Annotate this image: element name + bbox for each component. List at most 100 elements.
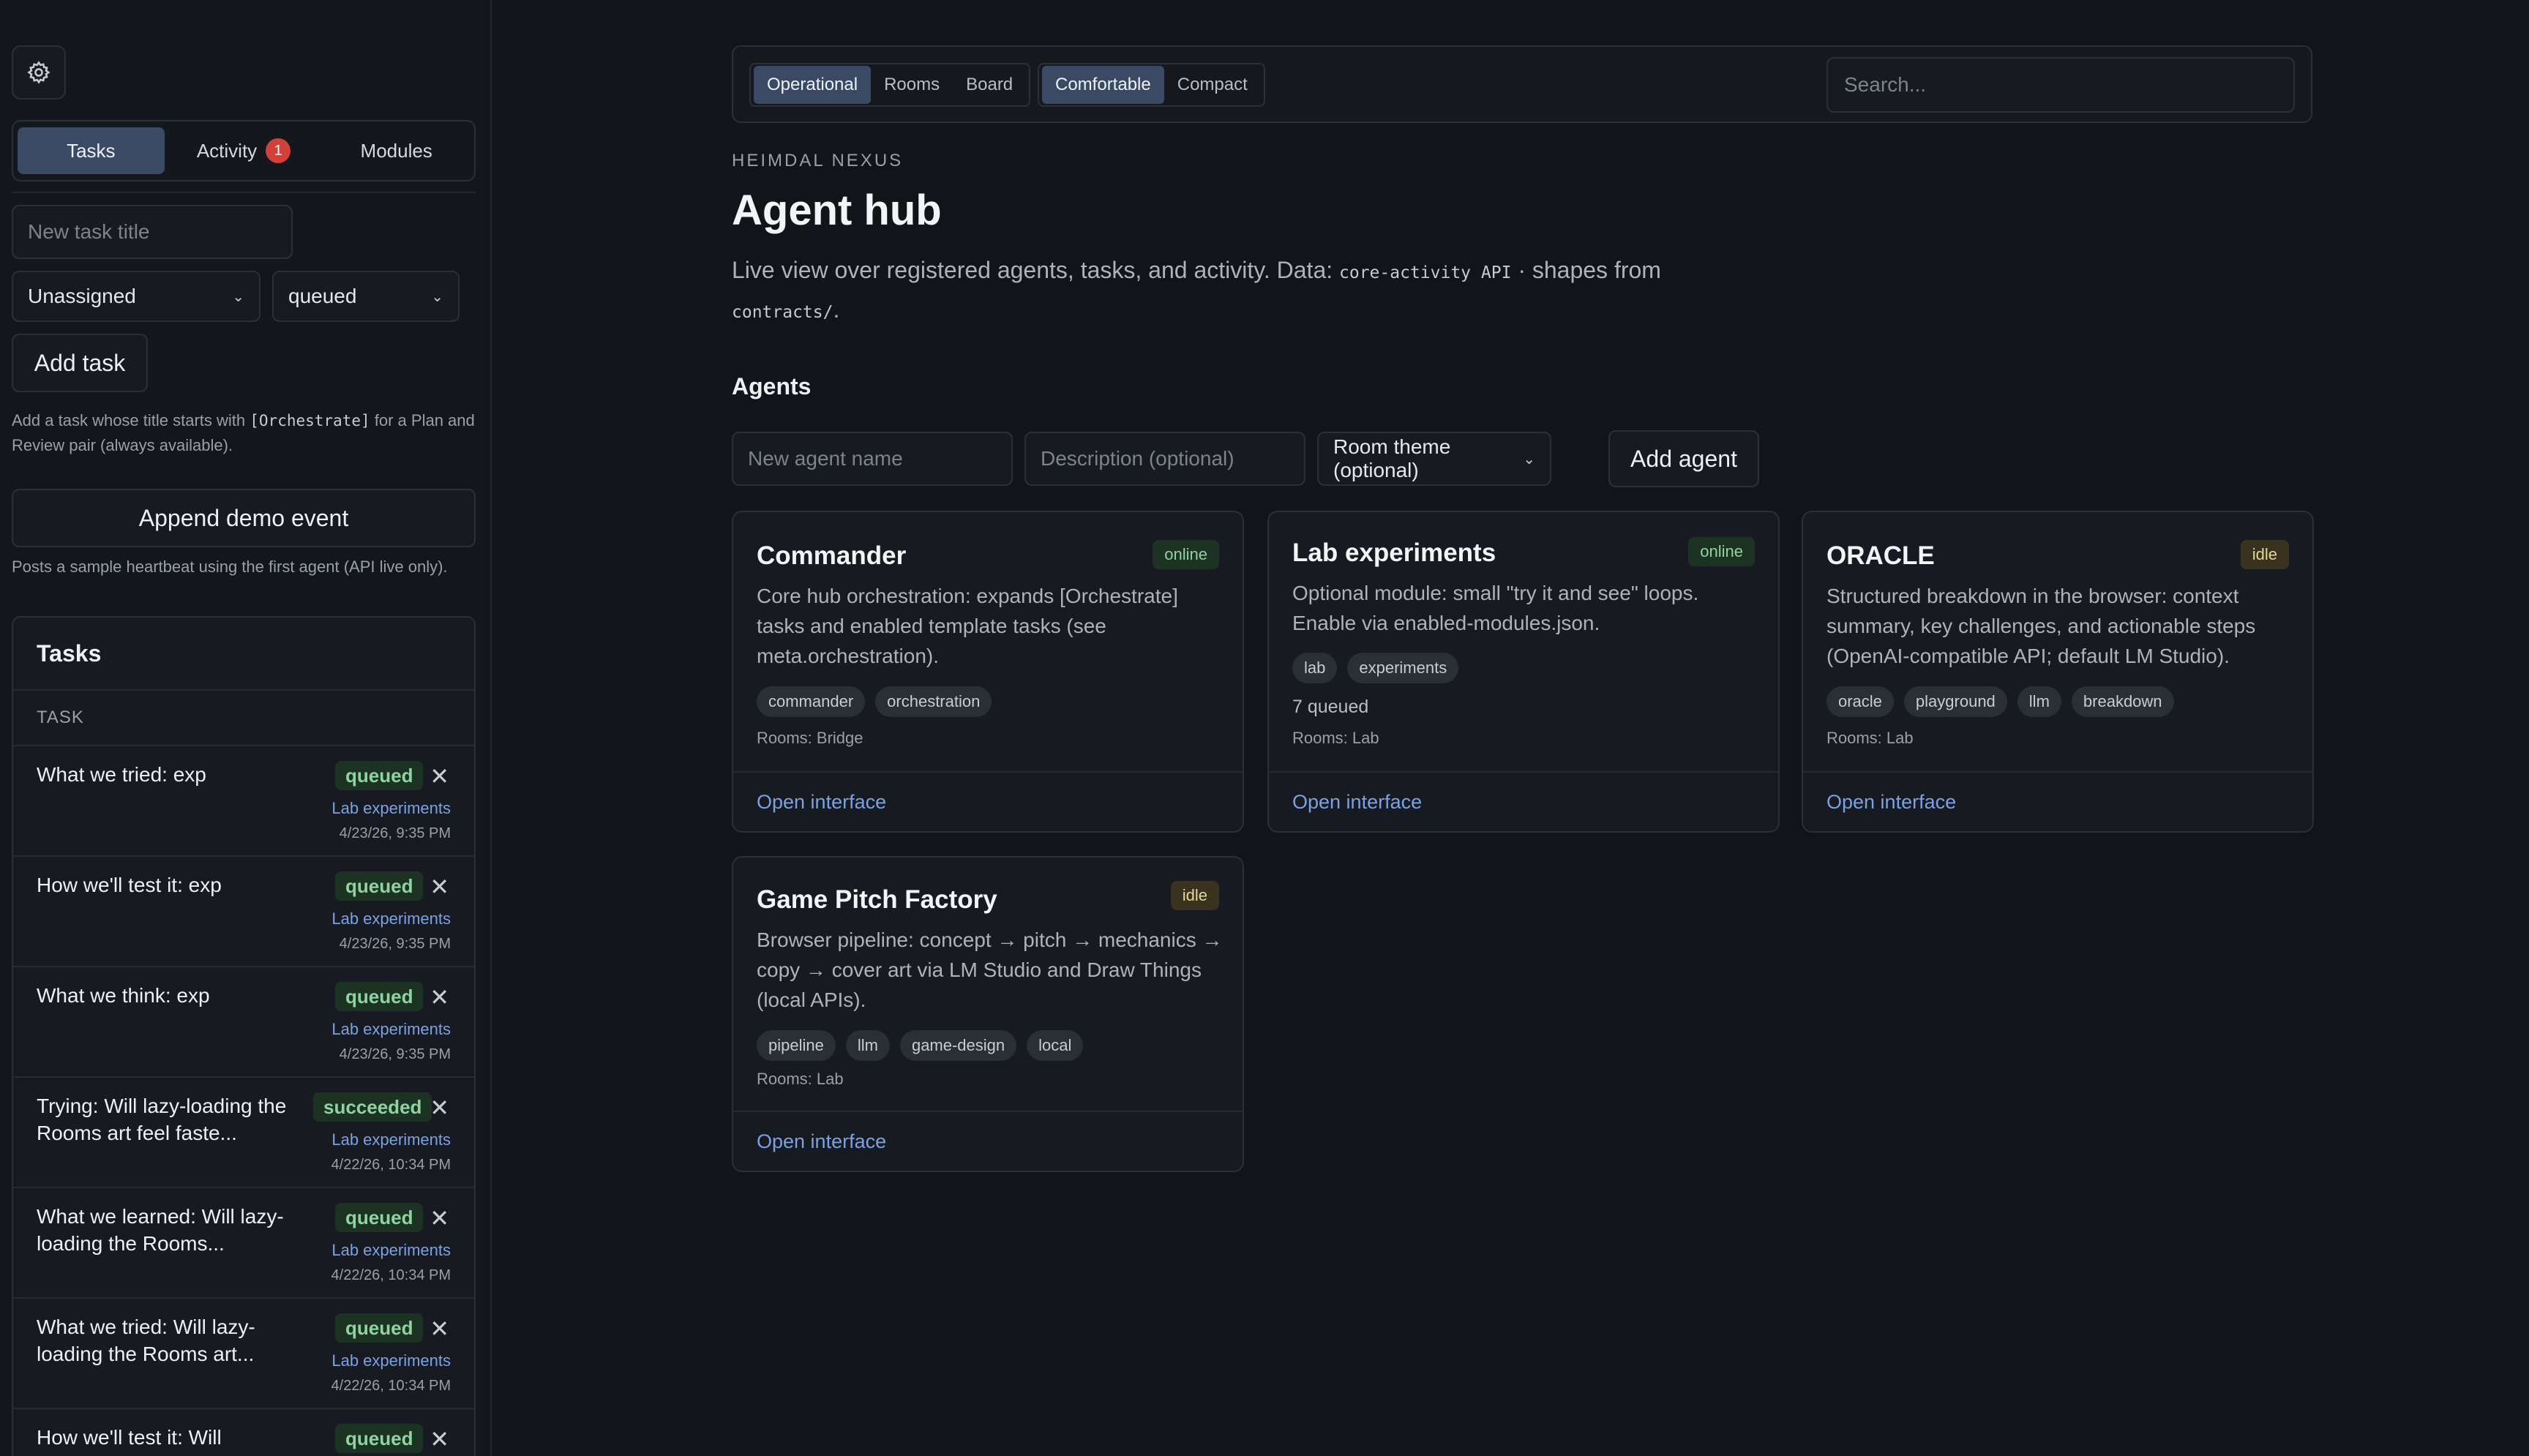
agent-tag: experiments (1347, 653, 1459, 683)
task-title: What we think: exp (37, 984, 210, 1007)
agent-card: Game Pitch Factory idle Browser pipeline: … (732, 856, 1244, 1172)
task-agent-link[interactable]: Lab experiments (331, 1351, 451, 1370)
task-status-badge: succeeded (313, 1092, 432, 1122)
task-row[interactable]: How we'll test it: exp queued ✕ Lab experim… (13, 857, 474, 967)
task-timestamp: 4/22/26, 10:34 PM (331, 1267, 451, 1283)
open-interface-link[interactable]: Open interface (1803, 771, 2312, 831)
tab-tasks[interactable]: Tasks (18, 127, 165, 174)
task-timestamp: 4/23/26, 9:35 PM (339, 936, 451, 952)
view-operational[interactable]: Operational (754, 66, 872, 104)
help-text: Add a task whose title starts with (12, 411, 246, 429)
lede-code: contracts/ (732, 303, 833, 322)
view-board[interactable]: Board (953, 66, 1026, 104)
append-demo-event-button[interactable]: Append demo event (12, 489, 476, 547)
open-interface-link[interactable]: Open interface (733, 1111, 1243, 1171)
agent-status-badge: idle (1170, 881, 1219, 910)
density-comfortable[interactable]: Comfortable (1042, 66, 1164, 104)
tasks-panel: Tasks TASK What we tried: exp queued ✕ Lab … (12, 616, 476, 1456)
task-row[interactable]: What we tried: Will lazy-loading the Roo… (13, 1299, 474, 1409)
agent-rooms: Rooms: Lab (1826, 729, 1914, 747)
density-compact[interactable]: Compact (1164, 66, 1261, 104)
task-agent-link[interactable]: Lab experiments (331, 1020, 451, 1039)
task-agent-link[interactable]: Lab experiments (331, 1241, 451, 1260)
task-title: How we'll test it: Will (37, 1426, 222, 1449)
chevron-down-icon: ⌄ (232, 288, 244, 305)
add-agent-button[interactable]: Add agent (1608, 430, 1759, 487)
task-timestamp: 4/22/26, 10:34 PM (331, 1157, 451, 1173)
delete-task-icon[interactable]: ✕ (430, 983, 449, 1011)
agent-name: Lab experiments (1292, 539, 1496, 567)
delete-task-icon[interactable]: ✕ (430, 1315, 449, 1343)
gear-icon (27, 61, 50, 84)
activity-count-badge: 1 (266, 138, 291, 163)
tab-label: Modules (360, 139, 432, 162)
task-timestamp: 4/23/26, 9:35 PM (339, 825, 451, 841)
task-agent-link[interactable]: Lab experiments (331, 1130, 451, 1149)
delete-task-icon[interactable]: ✕ (430, 873, 449, 901)
density-switcher: Comfortable Compact (1038, 63, 1265, 107)
agent-tag: llm (845, 1030, 890, 1061)
task-agent-link[interactable]: Lab experiments (331, 909, 451, 928)
assignee-select[interactable]: Unassigned ⌄ (12, 271, 261, 322)
open-interface-link[interactable]: Open interface (1269, 771, 1778, 831)
task-row[interactable]: What we think: exp queued ✕ Lab experiments… (13, 967, 474, 1078)
tab-activity[interactable]: Activity 1 (171, 127, 318, 174)
agent-tag: local (1027, 1030, 1084, 1061)
agent-description-input[interactable]: Description (optional) (1024, 432, 1305, 486)
agent-description: Structured breakdown in the browser: con… (1826, 585, 2256, 667)
task-row[interactable]: What we learned: Will lazy-loading the R… (13, 1188, 474, 1299)
task-row[interactable]: How we'll test it: Will queued ✕ (13, 1409, 474, 1456)
new-agent-name-input[interactable]: New agent name (732, 432, 1013, 486)
add-task-button[interactable]: Add task (12, 334, 148, 392)
page-title: Agent hub (732, 187, 942, 234)
delete-task-icon[interactable]: ✕ (430, 1094, 449, 1122)
app-eyebrow: HEIMDAL NEXUS (732, 151, 904, 170)
new-task-title-input[interactable]: New task title (12, 205, 293, 259)
tasks-panel-title: Tasks (13, 618, 474, 691)
delete-task-icon[interactable]: ✕ (430, 762, 449, 790)
agent-tag: lab (1292, 653, 1338, 683)
tab-label: Activity (196, 139, 258, 162)
agent-tag: llm (2017, 686, 2061, 717)
delete-task-icon[interactable]: ✕ (430, 1204, 449, 1232)
agent-card: ORACLE idle Structured breakdown in the br… (1802, 511, 2314, 833)
agent-name: Game Pitch Factory (757, 885, 997, 914)
task-status-badge: queued (335, 1313, 424, 1343)
task-title: Trying: Will lazy-loading the Rooms art … (37, 1095, 287, 1144)
agent-rooms: Rooms: Bridge (757, 729, 863, 747)
agent-tags: pipeline llm game-design local (757, 1030, 1084, 1061)
task-agent-link[interactable]: Lab experiments (331, 799, 451, 818)
task-list: What we tried: exp queued ✕ Lab experiments… (13, 746, 474, 1456)
open-interface-link[interactable]: Open interface (733, 771, 1243, 831)
view-toolbar: Operational Rooms Board Comfortable Comp… (732, 45, 2312, 123)
task-title: What we tried: exp (37, 763, 206, 786)
room-theme-select[interactable]: Room theme (optional) ⌄ (1317, 432, 1551, 486)
agent-rooms: Rooms: Lab (757, 1070, 844, 1088)
agent-description: Browser pipeline: concept → pitch → mech… (757, 928, 1223, 1011)
lede-code: core-activity API (1339, 263, 1512, 282)
view-switcher: Operational Rooms Board (749, 63, 1031, 107)
task-title: What we tried: Will lazy-loading the Roo… (37, 1316, 255, 1365)
delete-task-icon[interactable]: ✕ (430, 1425, 449, 1453)
task-status-badge: queued (335, 761, 424, 790)
search-input[interactable]: Search... (1826, 57, 2295, 113)
sidebar-tabs: Tasks Activity 1 Modules (12, 120, 476, 181)
agent-card: Lab experiments online Optional module: sm… (1267, 511, 1780, 833)
agent-tags: oracle playground llm breakdown (1826, 686, 2174, 717)
task-status-badge: queued (335, 982, 424, 1011)
append-demo-help: Posts a sample heartbeat using the first… (12, 558, 448, 576)
status-value: queued (288, 285, 357, 307)
assignee-value: Unassigned (28, 285, 136, 307)
agent-tag: pipeline (757, 1030, 836, 1061)
task-row[interactable]: Trying: Will lazy-loading the Rooms art … (13, 1078, 474, 1188)
status-select[interactable]: queued ⌄ (272, 271, 460, 322)
task-row[interactable]: What we tried: exp queued ✕ Lab experiments… (13, 746, 474, 857)
agent-tags: lab experiments (1292, 653, 1459, 683)
agent-name: ORACLE (1826, 541, 1935, 570)
room-theme-value: Room theme (optional) (1333, 435, 1451, 481)
settings-button[interactable] (12, 45, 66, 100)
page-description: Live view over registered agents, tasks,… (732, 252, 1756, 331)
agent-name: Commander (757, 541, 907, 570)
view-rooms[interactable]: Rooms (871, 66, 953, 104)
tab-modules[interactable]: Modules (323, 127, 470, 174)
